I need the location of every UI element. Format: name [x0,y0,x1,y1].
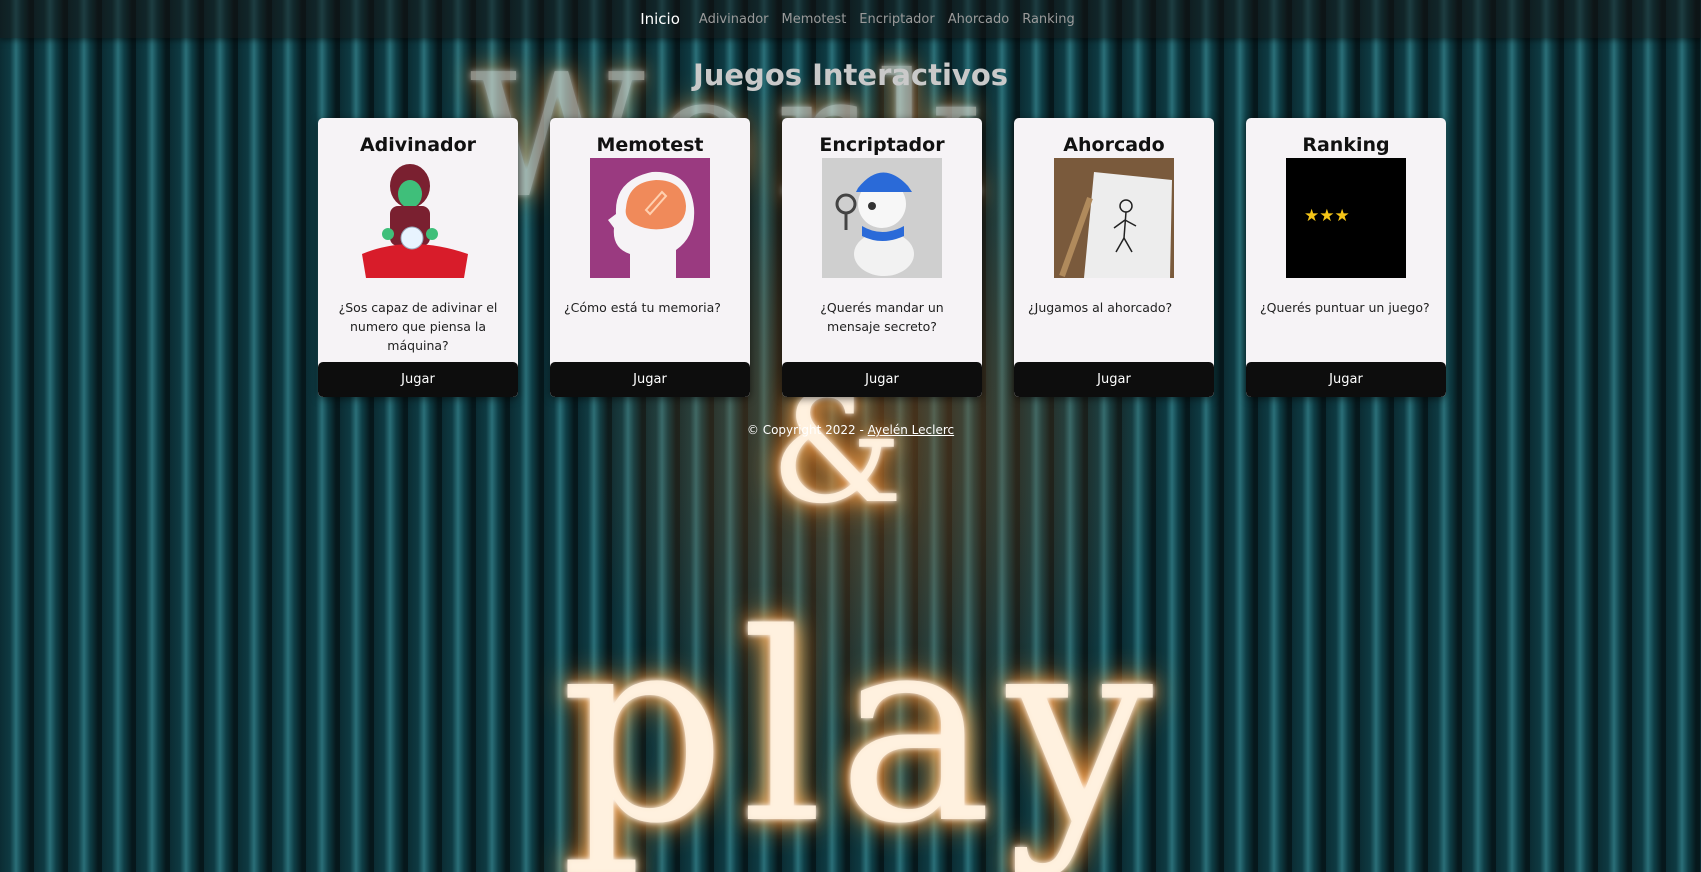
star-rating: ★★★ [1304,206,1350,226]
play-button-memotest[interactable]: Jugar [550,362,750,397]
nav-link-memotest[interactable]: Memotest [782,12,847,27]
nav-link-ranking[interactable]: Ranking [1022,12,1075,27]
hangman-drawing-icon [1054,158,1174,278]
brain-icon [590,158,710,278]
card-title: Ranking [1302,134,1390,156]
nav-link-ahorcado[interactable]: Ahorcado [948,12,1009,27]
fortune-teller-icon [358,158,478,278]
play-button-encriptador[interactable]: Jugar [782,362,982,397]
navbar: Inicio Adivinador Memotest Encriptador A… [0,0,1701,38]
play-button-adivinador[interactable]: Jugar [318,362,518,397]
play-button-ranking[interactable]: Jugar [1246,362,1446,397]
card-title: Encriptador [819,134,945,156]
card-description: ¿Sos capaz de adivinar el numero que pie… [338,300,498,353]
page-title: Juegos Interactivos [692,58,1009,92]
card-adivinador: Adivinador ¿Sos capaz de adivinar el num… [318,118,518,397]
nav-brand-inicio[interactable]: Inicio [640,10,680,28]
card-description: ¿Querés puntuar un juego? [1260,300,1430,315]
card-ahorcado: Ahorcado ¿Jugamos al ahorcado? Jugar [1014,118,1214,397]
card-description: ¿Cómo está tu memoria? [564,300,721,315]
neon-sign-play: play [560,579,1168,872]
card-description: ¿Jugamos al ahorcado? [1028,300,1173,315]
card-memotest: Memotest ¿Cómo está tu memoria? Jugar [550,118,750,397]
card-title: Memotest [596,134,704,156]
card-encriptador: Encriptador ¿Querés mandar un mensaje se… [782,118,982,397]
card-ranking: Ranking ★★★ ¿Querés puntuar un juego? Ju… [1246,118,1446,397]
neon-sign-ampersand: & [770,363,904,537]
nav-link-adivinador[interactable]: Adivinador [699,12,769,27]
footer: © Copyright 2022 - Ayelén Leclerc [0,423,1701,437]
copyright-text: © Copyright 2022 - [746,423,868,437]
card-title: Ahorcado [1063,134,1165,156]
play-button-ahorcado[interactable]: Jugar [1014,362,1214,397]
game-cards: Adivinador ¿Sos capaz de adivinar el num… [318,118,1446,397]
card-title: Adivinador [359,134,477,156]
stars-icon: ★★★ [1286,158,1406,278]
detective-seal-icon [822,158,942,278]
author-link[interactable]: Ayelén Leclerc [868,423,954,437]
card-description: ¿Querés mandar un mensaje secreto? [820,300,944,334]
nav-link-encriptador[interactable]: Encriptador [859,12,934,27]
